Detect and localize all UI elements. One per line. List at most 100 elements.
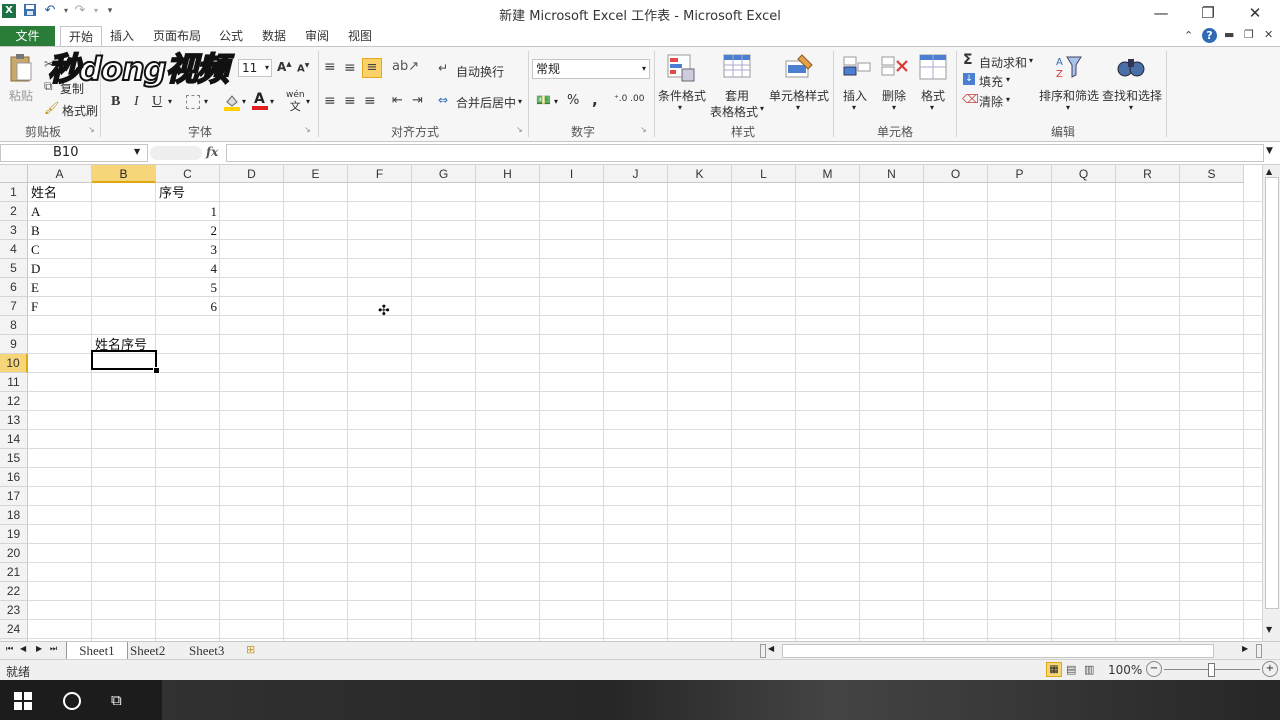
- cell-a5[interactable]: D: [31, 259, 40, 278]
- delete-cells-dropdown-icon[interactable]: ▾: [892, 103, 896, 112]
- minimize-button[interactable]: —: [1146, 2, 1176, 24]
- insert-function-button[interactable]: fx: [206, 145, 218, 159]
- font-color-icon[interactable]: A: [252, 91, 268, 110]
- comma-button[interactable]: ,: [592, 91, 598, 109]
- cell-a4[interactable]: C: [31, 240, 40, 259]
- normal-view-icon[interactable]: ▦: [1046, 662, 1062, 677]
- find-select-button[interactable]: 查找和选择: [1102, 87, 1162, 104]
- column-header-c[interactable]: C: [156, 165, 220, 183]
- row-header-20[interactable]: 20: [0, 544, 28, 563]
- accounting-icon[interactable]: 💵: [536, 93, 551, 107]
- insert-cells-icon[interactable]: [842, 53, 872, 83]
- cell-a7[interactable]: F: [31, 297, 38, 316]
- doc-restore-icon[interactable]: ❐: [1244, 28, 1254, 41]
- windows-start-icon[interactable]: [14, 692, 32, 713]
- tab-formulas[interactable]: 公式: [214, 26, 248, 46]
- merge-dropdown-icon[interactable]: ▾: [518, 97, 522, 106]
- tab-split-handle[interactable]: [760, 644, 766, 658]
- column-header-m[interactable]: M: [796, 165, 860, 183]
- sheet-tab-2[interactable]: Sheet2: [130, 642, 165, 659]
- cell-a2[interactable]: A: [31, 202, 40, 221]
- autosum-icon[interactable]: Σ: [963, 52, 973, 68]
- column-header-k[interactable]: K: [668, 165, 732, 183]
- fill-dropdown-icon[interactable]: ▾: [1006, 75, 1010, 84]
- clear-dropdown-icon[interactable]: ▾: [1006, 95, 1010, 104]
- format-cells-dropdown-icon[interactable]: ▾: [930, 103, 934, 112]
- row-header-2[interactable]: 2: [0, 202, 28, 221]
- underline-button[interactable]: U: [152, 94, 162, 110]
- delete-cells-button[interactable]: 删除: [882, 87, 906, 104]
- format-as-table-icon[interactable]: [722, 53, 752, 83]
- column-header-d[interactable]: D: [220, 165, 284, 183]
- align-center-icon[interactable]: ≡: [344, 93, 356, 109]
- tab-insert[interactable]: 插入: [105, 26, 139, 46]
- cell-c3[interactable]: 2: [156, 221, 218, 240]
- page-break-view-icon[interactable]: ▥: [1084, 663, 1094, 676]
- scroll-left-icon[interactable]: ◀: [768, 644, 774, 653]
- row-header-14[interactable]: 14: [0, 430, 28, 449]
- horizontal-scroll-thumb[interactable]: [782, 644, 1214, 658]
- last-sheet-icon[interactable]: ⏭: [50, 644, 57, 654]
- column-header-g[interactable]: G: [412, 165, 476, 183]
- doc-minimize-icon[interactable]: ▬: [1224, 28, 1234, 41]
- cell-a3[interactable]: B: [31, 221, 40, 240]
- fill-icon[interactable]: ↓: [963, 73, 975, 85]
- row-header-12[interactable]: 12: [0, 392, 28, 411]
- column-header-s[interactable]: S: [1180, 165, 1244, 183]
- cell-styles-icon[interactable]: [784, 53, 814, 83]
- grow-font-button[interactable]: A▲: [277, 60, 292, 74]
- column-header-j[interactable]: J: [604, 165, 668, 183]
- cortana-search-icon[interactable]: [63, 692, 81, 710]
- clipboard-launcher-icon[interactable]: ↘: [88, 125, 95, 134]
- name-box[interactable]: B10: [0, 144, 148, 162]
- format-painter-icon[interactable]: 🖌: [44, 101, 59, 115]
- cell-c4[interactable]: 3: [156, 240, 218, 259]
- autosum-button[interactable]: 自动求和: [979, 54, 1027, 71]
- row-header-17[interactable]: 17: [0, 487, 28, 506]
- row-header-21[interactable]: 21: [0, 563, 28, 582]
- column-header-n[interactable]: N: [860, 165, 924, 183]
- conditional-format-dropdown-icon[interactable]: ▾: [678, 103, 682, 112]
- alignment-launcher-icon[interactable]: ↘: [516, 125, 523, 134]
- accounting-dropdown-icon[interactable]: ▾: [554, 97, 558, 106]
- font-launcher-icon[interactable]: ↘: [304, 125, 311, 134]
- autosum-dropdown-icon[interactable]: ▾: [1029, 56, 1033, 65]
- shrink-font-button[interactable]: A▼: [297, 62, 309, 74]
- align-top-icon[interactable]: ≡: [324, 59, 336, 75]
- wrap-text-button[interactable]: 自动换行: [456, 63, 504, 80]
- formula-expand-icon[interactable]: ▼: [1266, 146, 1273, 156]
- column-header-q[interactable]: Q: [1052, 165, 1116, 183]
- align-left-icon[interactable]: ≡: [324, 93, 336, 109]
- select-all-button[interactable]: [0, 165, 28, 183]
- row-header-7[interactable]: 7: [0, 297, 28, 316]
- row-header-19[interactable]: 19: [0, 525, 28, 544]
- delete-cells-icon[interactable]: [880, 53, 910, 83]
- column-header-f[interactable]: F: [348, 165, 412, 183]
- column-header-e[interactable]: E: [284, 165, 348, 183]
- fill-button[interactable]: 填充: [979, 73, 1003, 90]
- sort-filter-dropdown-icon[interactable]: ▾: [1066, 103, 1070, 112]
- column-header-b[interactable]: B: [92, 165, 156, 183]
- ribbon-collapse-icon[interactable]: ⌃: [1184, 29, 1193, 42]
- clear-button[interactable]: 清除: [979, 93, 1003, 110]
- insert-sheet-icon[interactable]: ⊞: [246, 643, 255, 656]
- row-header-15[interactable]: 15: [0, 449, 28, 468]
- cell-c1[interactable]: 序号: [159, 183, 185, 202]
- percent-button[interactable]: %: [567, 93, 579, 108]
- column-header-l[interactable]: L: [732, 165, 796, 183]
- row-header-6[interactable]: 6: [0, 278, 28, 297]
- scroll-up-icon[interactable]: ▲: [1266, 167, 1272, 176]
- align-bottom-icon[interactable]: ≡: [362, 58, 382, 78]
- row-header-23[interactable]: 23: [0, 601, 28, 620]
- sheet-tab-3[interactable]: Sheet3: [189, 642, 224, 659]
- vertical-scroll-thumb[interactable]: [1265, 177, 1279, 609]
- zoom-out-icon[interactable]: −: [1146, 661, 1162, 677]
- column-header-h[interactable]: H: [476, 165, 540, 183]
- column-header-p[interactable]: P: [988, 165, 1052, 183]
- format-painter-button[interactable]: 格式刷: [62, 102, 98, 119]
- tab-page-layout[interactable]: 页面布局: [148, 26, 206, 46]
- orientation-icon[interactable]: ab↗: [392, 59, 419, 74]
- increase-indent-icon[interactable]: ⇥: [412, 93, 423, 108]
- zoom-level[interactable]: 100%: [1108, 663, 1142, 677]
- tab-data[interactable]: 数据: [257, 26, 291, 46]
